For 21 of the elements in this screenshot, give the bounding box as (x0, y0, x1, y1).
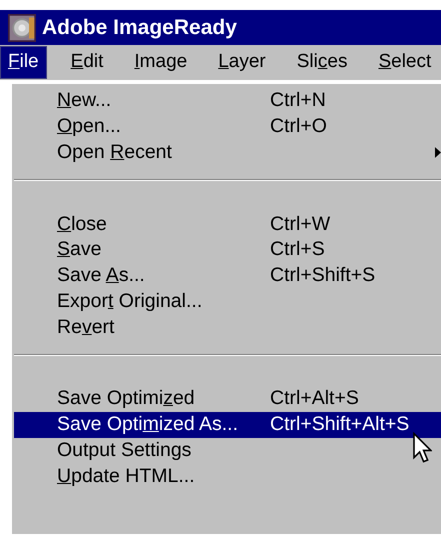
menu-item[interactable]: Output Settings (14, 438, 441, 464)
menu-bar-item[interactable]: Select (371, 47, 438, 78)
menu-item[interactable]: Revert (14, 314, 441, 340)
menu-item[interactable]: Close Ctrl+W (14, 211, 441, 237)
menu-bar-item[interactable]: File (0, 46, 47, 79)
menu-bar-item[interactable]: Layer (211, 47, 273, 78)
app-icon (8, 14, 36, 42)
menu-item[interactable]: Open... Ctrl+O (14, 114, 441, 140)
window-title: Adobe ImageReady (42, 16, 237, 40)
menu-item[interactable]: Open Recent (14, 140, 441, 166)
menu-item[interactable]: Save Optimized Ctrl+Alt+S (14, 386, 441, 412)
menu-bar-item[interactable]: Edit (64, 47, 110, 78)
menu-item[interactable]: Save Ctrl+S (14, 237, 441, 263)
pointer-icon (412, 432, 432, 464)
menu-bar-item[interactable]: Image (127, 47, 194, 78)
menu-item[interactable]: Export Original... (14, 288, 441, 314)
menu-item[interactable]: New... Ctrl+N (14, 88, 441, 114)
menu-item[interactable]: Save As... Ctrl+Shift+S (14, 262, 441, 288)
menu-item[interactable]: Save Optimized As... Ctrl+Shift+Alt+S (14, 412, 441, 438)
menu-bar-item[interactable]: Slices (290, 47, 354, 78)
menu-item[interactable]: Update HTML... (14, 463, 441, 489)
